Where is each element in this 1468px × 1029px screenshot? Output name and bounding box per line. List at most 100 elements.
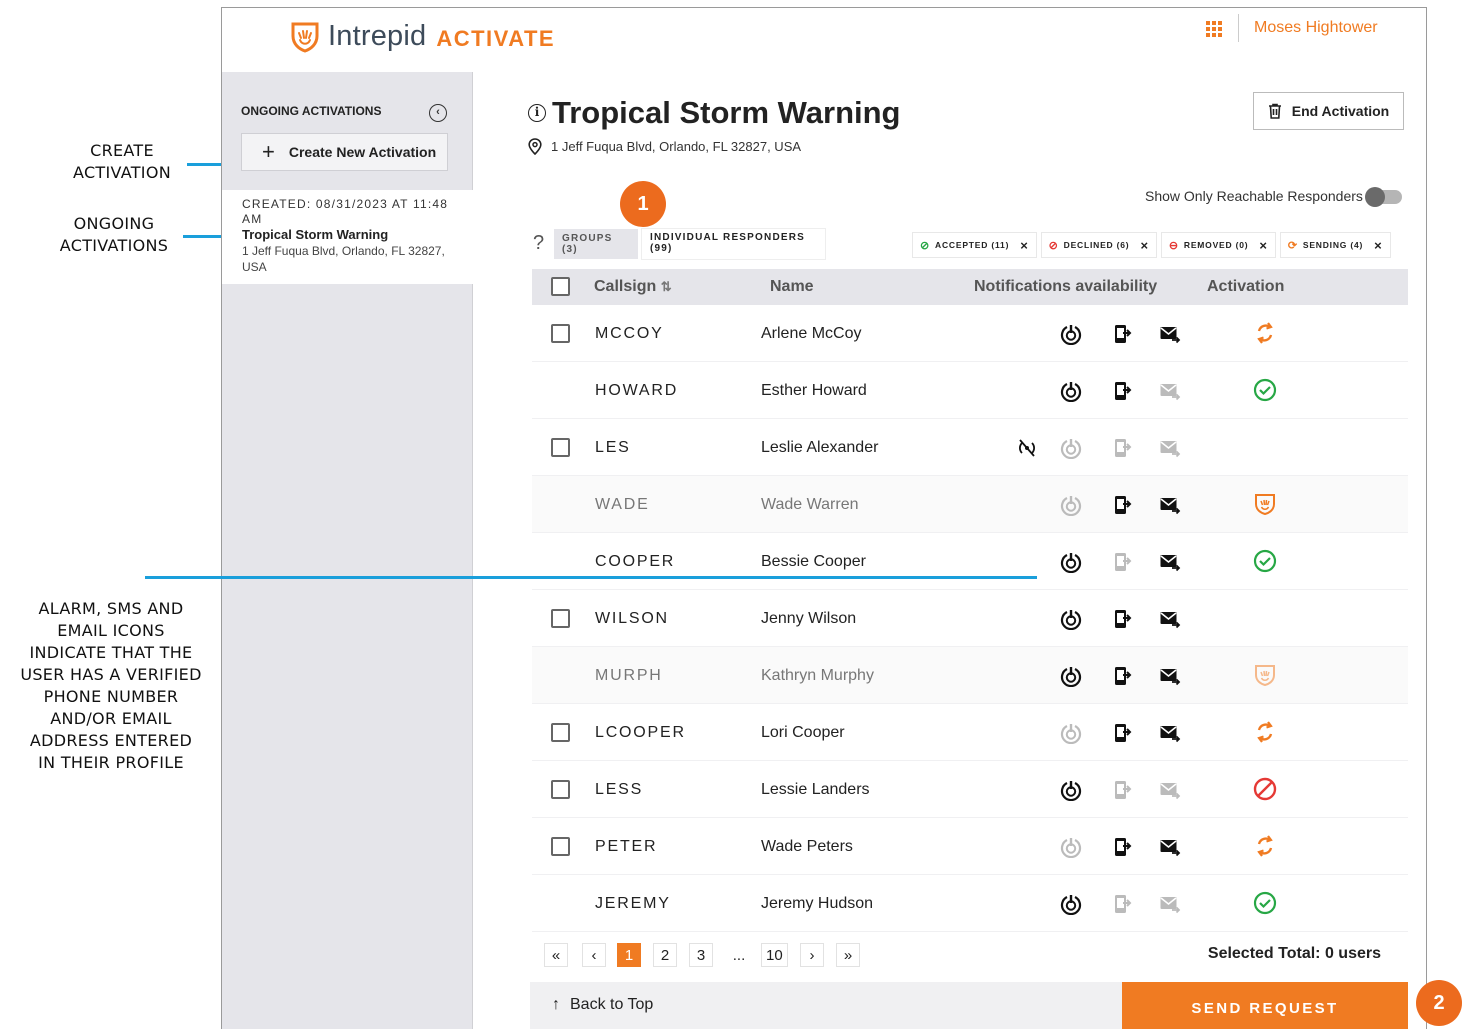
page-button[interactable]: 2 (653, 943, 677, 967)
reachable-toggle-label: Show Only Reachable Responders (1145, 188, 1363, 204)
table-row[interactable]: HOWARD Esther Howard (532, 362, 1408, 419)
brand-logo[interactable]: Intrepid ACTIVATE (290, 20, 555, 53)
responders-table: Callsign ⇅ Name Notifications availabili… (532, 269, 1408, 932)
page-button[interactable]: 1 (617, 943, 641, 967)
alarm-icon (1060, 608, 1082, 631)
page-button[interactable]: 10 (761, 943, 788, 967)
name-cell: Jeremy Hudson (761, 894, 874, 912)
sms-icon (1111, 551, 1133, 573)
filter-chip-accepted[interactable]: ⊘ ACCEPTED (11) × (912, 232, 1037, 258)
column-callsign-label: Callsign (594, 278, 657, 295)
filter-label: SENDING (4) (1302, 240, 1364, 250)
activation-title: Tropical Storm Warning (552, 95, 901, 130)
back-to-top-link[interactable]: ↑ Back to Top (552, 996, 653, 1014)
table-row[interactable]: LCOOPER Lori Cooper (532, 704, 1408, 761)
table-row[interactable]: WILSON Jenny Wilson (532, 590, 1408, 647)
first-page-button[interactable]: « (544, 943, 568, 967)
brand-accent: ACTIVATE (436, 25, 556, 51)
row-checkbox[interactable] (551, 609, 570, 628)
top-bar: Intrepid ACTIVATE Moses Hightower (222, 8, 1426, 72)
alarm-icon (1060, 779, 1082, 802)
send-request-button[interactable]: SEND REQUEST (1122, 982, 1408, 1029)
next-page-button[interactable]: › (800, 943, 824, 967)
tab-individual-responders[interactable]: INDIVIDUAL RESPONDERS (99) (642, 229, 825, 259)
filter-chip-declined[interactable]: ⊘ DECLINED (6) × (1040, 232, 1157, 258)
plus-icon: + (262, 139, 275, 164)
sms-icon (1111, 608, 1133, 630)
sort-icon[interactable]: ⇅ (661, 279, 672, 294)
annotation-connector (145, 576, 1037, 579)
annotation-line: AND/OR EMAIL (50, 709, 172, 728)
close-icon[interactable]: × (1020, 238, 1028, 253)
filter-chip-removed[interactable]: ⊖ REMOVED (0) × (1160, 232, 1276, 258)
table-row[interactable]: MURPH Kathryn Murphy (532, 647, 1408, 704)
sms-icon (1111, 437, 1133, 459)
column-callsign[interactable]: Callsign ⇅ (594, 278, 672, 296)
sending-icon (1253, 321, 1277, 345)
email-icon (1159, 608, 1181, 630)
table-row[interactable]: LESS Lessie Landers (532, 761, 1408, 818)
select-all-checkbox[interactable] (551, 277, 570, 296)
table-row[interactable]: COOPER Bessie Cooper (532, 533, 1408, 590)
alarm-icon (1060, 665, 1082, 688)
sending-icon (1253, 834, 1277, 858)
row-checkbox[interactable] (551, 438, 570, 457)
table-row[interactable]: MCCOY Arlene McCoy (532, 305, 1408, 362)
table-row[interactable]: LES Leslie Alexander (532, 419, 1408, 476)
row-checkbox[interactable] (551, 780, 570, 799)
filter-label: ACCEPTED (11) (935, 240, 1010, 250)
callsign-cell: COOPER (595, 552, 676, 570)
email-icon (1159, 665, 1181, 687)
arrow-up-icon: ↑ (552, 996, 560, 1013)
help-icon[interactable]: ? (533, 232, 544, 255)
alarm-icon (1060, 893, 1082, 916)
prev-page-button[interactable]: ‹ (582, 943, 606, 967)
page-button[interactable]: 3 (689, 943, 713, 967)
table-row[interactable]: PETER Wade Peters (532, 818, 1408, 875)
annotation-line: ALARM, SMS AND (38, 599, 184, 618)
reachable-toggle[interactable] (1365, 187, 1402, 207)
row-checkbox[interactable] (551, 723, 570, 742)
sms-icon (1111, 836, 1133, 858)
user-menu[interactable]: Moses Hightower (1254, 19, 1378, 37)
table-header: Callsign ⇅ Name Notifications availabili… (532, 269, 1408, 305)
shield-logo-icon (291, 22, 319, 53)
end-activation-label: End Activation (1291, 103, 1390, 119)
callsign-cell: MCCOY (595, 324, 664, 342)
alarm-icon (1060, 323, 1082, 346)
end-activation-button[interactable]: End Activation (1253, 92, 1404, 130)
grid-icon[interactable] (1206, 21, 1222, 37)
table-row[interactable]: JEREMY Jeremy Hudson (532, 875, 1408, 932)
callsign-cell: LES (595, 438, 631, 456)
annotation-line: ACTIVATION (72, 163, 171, 182)
column-activation: Activation (1207, 278, 1285, 295)
close-icon[interactable]: × (1259, 238, 1267, 253)
last-page-button[interactable]: » (836, 943, 860, 967)
main-panel: i Tropical Storm Warning 1 Jeff Fuqua Bl… (474, 72, 1426, 1029)
callsign-cell: LCOOPER (595, 723, 686, 741)
tab-groups[interactable]: GROUPS (3) (554, 229, 638, 259)
email-icon (1159, 323, 1181, 345)
email-icon (1159, 437, 1181, 459)
row-checkbox[interactable] (551, 837, 570, 856)
close-icon[interactable]: × (1140, 238, 1148, 253)
create-activation-button[interactable]: + Create New Activation (241, 133, 448, 171)
sms-icon (1111, 893, 1133, 915)
status-filters: ⊘ ACCEPTED (11) × ⊘ DECLINED (6) × ⊖ REM… (912, 232, 1391, 258)
table-row[interactable]: WADE Wade Warren (532, 476, 1408, 533)
ongoing-activation-card[interactable]: CREATED: 08/31/2023 AT 11:48 AM Tropical… (222, 190, 473, 284)
collapse-sidebar-icon[interactable]: ‹ (429, 104, 447, 122)
annotation-line: CREATE (90, 141, 154, 160)
close-icon[interactable]: × (1374, 238, 1382, 253)
name-cell: Kathryn Murphy (761, 666, 874, 684)
activation-card-address: 1 Jeff Fuqua Blvd, Orlando, FL 32827, US… (242, 244, 445, 274)
sms-icon (1111, 722, 1133, 744)
sms-icon (1111, 494, 1133, 516)
name-cell: Bessie Cooper (761, 552, 866, 570)
filter-chip-sending[interactable]: ⟳ SENDING (4) × (1279, 232, 1391, 258)
alarm-icon (1060, 437, 1082, 460)
callsign-cell: PETER (595, 837, 658, 855)
row-checkbox[interactable] (551, 324, 570, 343)
info-icon[interactable]: i (528, 104, 546, 122)
alarm-icon (1060, 551, 1082, 574)
